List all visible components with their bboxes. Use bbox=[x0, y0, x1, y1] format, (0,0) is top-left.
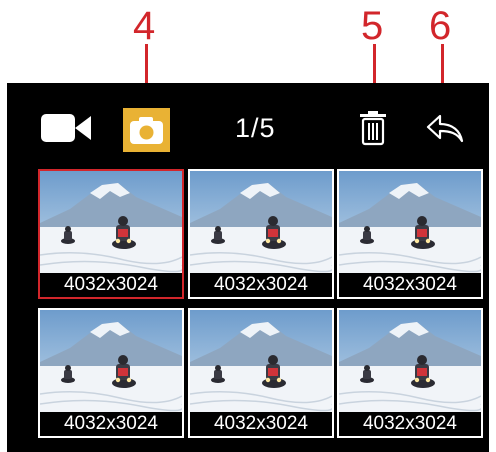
playback-toolbar: 1/5 bbox=[7, 83, 489, 167]
callout-number-5: 5 bbox=[361, 4, 384, 48]
snowmobile-photo bbox=[339, 171, 481, 275]
photo-counter: 1/5 bbox=[235, 113, 276, 143]
thumbnail-resolution: 4032x3024 bbox=[190, 273, 332, 297]
callout-number-4: 4 bbox=[133, 4, 156, 48]
thumbnail-2[interactable]: 4032x3024 bbox=[188, 169, 334, 299]
thumbnail-resolution: 4032x3024 bbox=[190, 412, 332, 436]
thumbnail-6[interactable]: 4032x3024 bbox=[337, 308, 483, 438]
delete-button[interactable] bbox=[359, 110, 387, 146]
snowmobile-photo bbox=[190, 171, 332, 275]
thumbnail-3[interactable]: 4032x3024 bbox=[337, 169, 483, 299]
thumbnail-5[interactable]: 4032x3024 bbox=[188, 308, 334, 438]
thumbnail-resolution: 4032x3024 bbox=[40, 273, 182, 297]
camera-icon bbox=[130, 117, 163, 144]
thumbnail-1[interactable]: 4032x3024 bbox=[38, 169, 184, 299]
thumbnail-resolution: 4032x3024 bbox=[339, 412, 481, 436]
snowmobile-photo bbox=[339, 310, 481, 414]
snowmobile-photo bbox=[40, 171, 182, 275]
thumbnail-resolution: 4032x3024 bbox=[40, 412, 182, 436]
trash-icon bbox=[360, 111, 386, 146]
back-button[interactable] bbox=[425, 113, 465, 145]
video-camera-icon bbox=[41, 114, 91, 142]
snowmobile-photo bbox=[190, 310, 332, 414]
back-arrow-icon bbox=[426, 114, 464, 143]
snowmobile-photo bbox=[40, 310, 182, 414]
callout-number-6: 6 bbox=[429, 4, 452, 48]
camera-playback-screen: 1/5 4032x3024 4032x3024 4032x3024 4032x3… bbox=[7, 83, 489, 452]
thumbnail-resolution: 4032x3024 bbox=[339, 273, 481, 297]
thumbnail-4[interactable]: 4032x3024 bbox=[38, 308, 184, 438]
photo-mode-button[interactable] bbox=[123, 108, 170, 152]
video-mode-button[interactable] bbox=[41, 113, 93, 143]
